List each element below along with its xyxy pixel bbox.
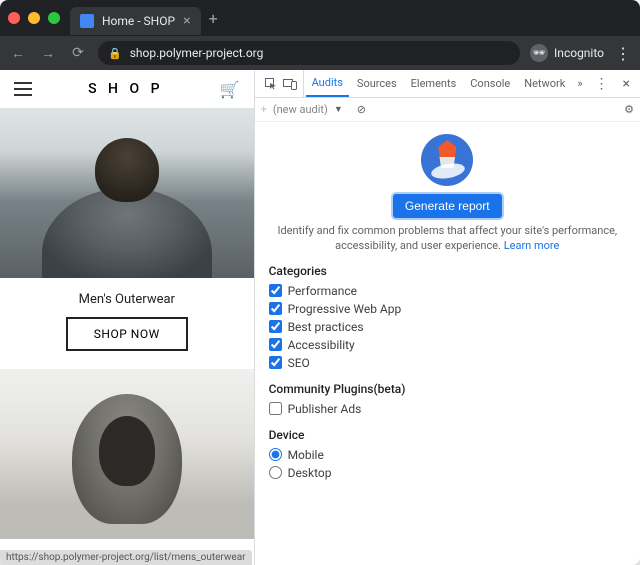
shop-now-button[interactable]: SHOP NOW — [66, 317, 188, 351]
cart-icon[interactable]: 🛒 — [220, 80, 240, 99]
devtools-tabstrip: Audits Sources Elements Console Network … — [255, 70, 640, 98]
reload-button[interactable]: ⟳ — [68, 45, 88, 61]
close-tab-button[interactable]: × — [183, 13, 190, 29]
hero-figure — [27, 389, 227, 539]
tab-console[interactable]: Console — [464, 70, 516, 97]
device-mobile[interactable]: Mobile — [269, 446, 626, 464]
devtools-panel: Audits Sources Elements Console Network … — [254, 70, 640, 565]
audits-blurb: Identify and fix common problems that af… — [273, 224, 622, 254]
url-text: shop.polymer-project.org — [130, 46, 264, 60]
inspect-element-icon[interactable] — [265, 78, 277, 90]
devtools-left-tools — [259, 70, 304, 97]
plugins-heading: Community Plugins(beta) — [269, 382, 626, 396]
minimize-window-button[interactable] — [28, 12, 40, 24]
device-heading: Device — [269, 428, 626, 442]
site-header: S H O P 🛒 — [0, 70, 254, 108]
devtools-close-button[interactable]: × — [617, 76, 636, 92]
audits-toolbar: + (new audit) ▼ ⊘ ⚙ — [255, 98, 640, 122]
learn-more-link[interactable]: Learn more — [504, 239, 560, 252]
close-window-button[interactable] — [8, 12, 20, 24]
category-pwa[interactable]: Progressive Web App — [269, 300, 626, 318]
checkbox[interactable] — [269, 338, 282, 351]
page-viewport: S H O P 🛒 Men's Outerwear SHOP NOW — [0, 70, 254, 565]
tab-title: Home - SHOP — [102, 14, 175, 28]
radio[interactable] — [269, 448, 282, 461]
category-label: Progressive Web App — [288, 302, 402, 316]
category-seo[interactable]: SEO — [269, 354, 626, 372]
content-area: S H O P 🛒 Men's Outerwear SHOP NOW — [0, 70, 640, 565]
tab-audits[interactable]: Audits — [306, 70, 349, 97]
overflow-tabs-button[interactable]: » — [573, 77, 586, 90]
clear-icon[interactable]: ⊘ — [357, 103, 366, 116]
plugin-label: Publisher Ads — [288, 402, 362, 416]
device-desktop[interactable]: Desktop — [269, 464, 626, 482]
plugin-publisher-ads[interactable]: Publisher Ads — [269, 400, 626, 418]
chevron-down-icon: ▼ — [334, 104, 343, 115]
tab-elements[interactable]: Elements — [405, 70, 463, 97]
checkbox[interactable] — [269, 402, 282, 415]
devtools-menu-button[interactable]: ⋮ — [589, 76, 615, 92]
categories-heading: Categories — [269, 264, 626, 278]
audit-dropdown[interactable]: (new audit) — [273, 103, 328, 116]
radio[interactable] — [269, 466, 282, 479]
window-controls — [8, 12, 60, 24]
category-performance[interactable]: Performance — [269, 282, 626, 300]
browser-window: Home - SHOP × + ← → ⟳ 🔒 shop.polymer-pro… — [0, 0, 640, 565]
blurb-text: Identify and fix common problems that af… — [277, 224, 617, 252]
hero-image-1 — [0, 108, 254, 278]
status-bar: https://shop.polymer-project.org/list/me… — [0, 550, 252, 565]
site-logo[interactable]: S H O P — [88, 81, 163, 97]
category-label: Accessibility — [288, 338, 355, 352]
generate-report-button[interactable]: Generate report — [393, 194, 502, 218]
device-label: Desktop — [288, 466, 332, 480]
new-tab-button[interactable]: + — [209, 9, 218, 28]
tab-sources[interactable]: Sources — [351, 70, 403, 97]
tab-network[interactable]: Network — [518, 70, 571, 97]
incognito-label: Incognito — [554, 46, 604, 60]
checkbox[interactable] — [269, 302, 282, 315]
hamburger-menu-icon[interactable] — [14, 82, 32, 96]
checkbox[interactable] — [269, 284, 282, 297]
device-toolbar-icon[interactable] — [283, 78, 297, 90]
browser-menu-button[interactable]: ⋮ — [614, 44, 632, 63]
favicon-icon — [80, 14, 94, 28]
fullscreen-window-button[interactable] — [48, 12, 60, 24]
checkbox[interactable] — [269, 356, 282, 369]
hero-image-2 — [0, 369, 254, 539]
lighthouse-logo-icon — [421, 134, 473, 186]
category-label: SEO — [288, 356, 310, 370]
new-audit-button[interactable]: + — [261, 103, 267, 116]
url-field[interactable]: 🔒 shop.polymer-project.org — [98, 41, 520, 65]
category-accessibility[interactable]: Accessibility — [269, 336, 626, 354]
category-best-practices[interactable]: Best practices — [269, 318, 626, 336]
hero-figure — [27, 128, 227, 278]
browser-tab[interactable]: Home - SHOP × — [70, 7, 201, 35]
category-label: Best practices — [288, 320, 364, 334]
lighthouse-logo-wrap — [269, 130, 626, 186]
incognito-indicator[interactable]: 🕶 Incognito — [530, 44, 604, 62]
back-button[interactable]: ← — [8, 45, 28, 62]
titlebar: Home - SHOP × + — [0, 0, 640, 36]
lock-icon: 🔒 — [108, 47, 122, 60]
forward-button[interactable]: → — [38, 45, 58, 62]
device-label: Mobile — [288, 448, 324, 462]
checkbox[interactable] — [269, 320, 282, 333]
address-bar: ← → ⟳ 🔒 shop.polymer-project.org 🕶 Incog… — [0, 36, 640, 70]
incognito-icon: 🕶 — [530, 44, 548, 62]
section-cta: Men's Outerwear SHOP NOW — [0, 278, 254, 369]
category-label: Performance — [288, 284, 357, 298]
settings-gear-icon[interactable]: ⚙ — [624, 103, 634, 116]
audits-body: Generate report Identify and fix common … — [255, 122, 640, 565]
section-title: Men's Outerwear — [0, 292, 254, 307]
